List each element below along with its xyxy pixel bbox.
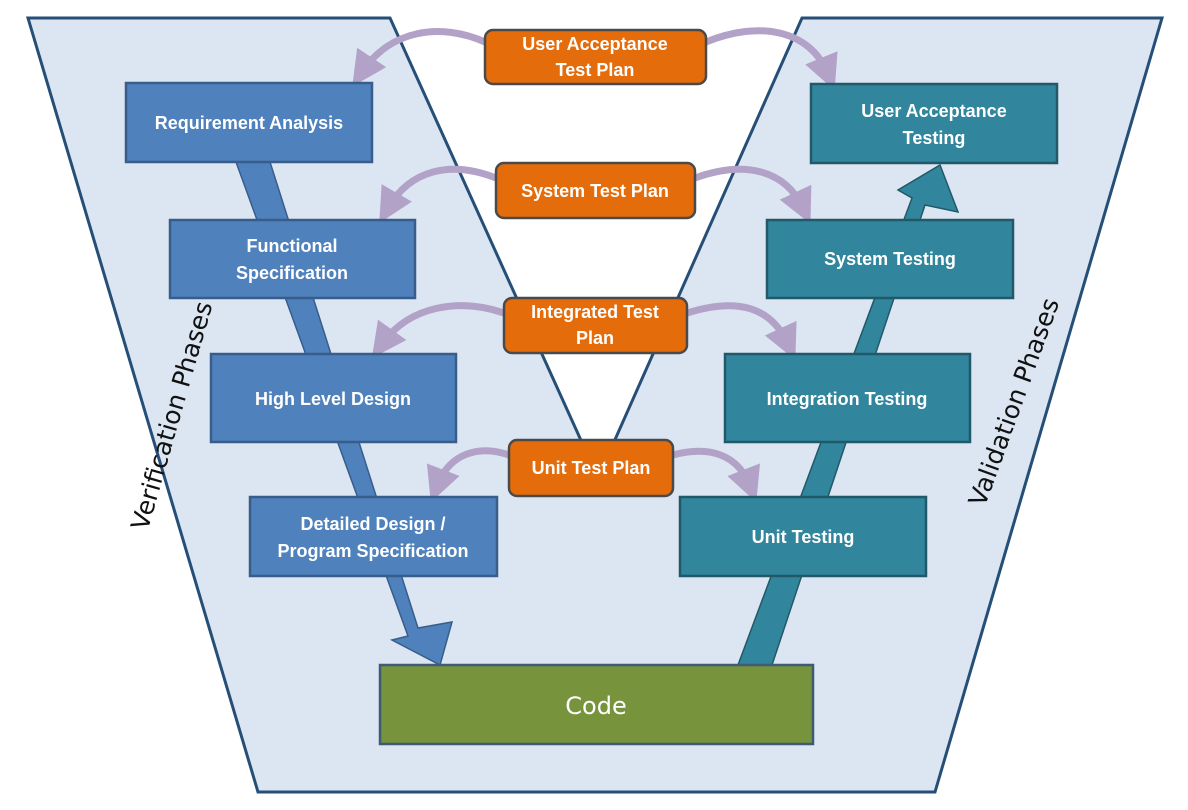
verification-step-detailed-design: Detailed Design / Program Specification — [248, 495, 499, 578]
svg-text:Integration Testing: Integration Testing — [767, 389, 928, 409]
validation-step-system-testing: System Testing — [765, 218, 1015, 300]
verification-step-high-level-design: High Level Design — [209, 352, 458, 444]
verification-step-functional-specification: Functional Specification — [168, 218, 417, 300]
validation-step-user-acceptance-testing: User Acceptance Testing — [809, 82, 1059, 165]
svg-text:Code: Code — [565, 692, 626, 720]
svg-text:System Test Plan: System Test Plan — [521, 181, 669, 201]
svg-text:System Testing: System Testing — [824, 249, 956, 269]
svg-text:High Level Design: High Level Design — [255, 389, 411, 409]
svg-text:Unit Test Plan: Unit Test Plan — [532, 458, 651, 478]
test-plan-integrated: Integrated Test Plan — [502, 296, 689, 355]
v-model-diagram: Requirement Analysis Functional Specifica… — [25, 16, 1165, 794]
validation-step-integration-testing: Integration Testing — [723, 352, 972, 444]
svg-text:Unit Testing: Unit Testing — [752, 527, 855, 547]
verification-step-requirement-analysis: Requirement Analysis — [124, 81, 374, 164]
validation-step-unit-testing: Unit Testing — [678, 495, 928, 578]
svg-text:Requirement Analysis: Requirement Analysis — [155, 113, 343, 133]
test-plan-user-acceptance: User Acceptance Test Plan — [483, 28, 708, 86]
code-box: Code — [378, 663, 815, 746]
test-plan-unit: Unit Test Plan — [507, 438, 675, 498]
test-plan-system: System Test Plan — [494, 161, 697, 220]
